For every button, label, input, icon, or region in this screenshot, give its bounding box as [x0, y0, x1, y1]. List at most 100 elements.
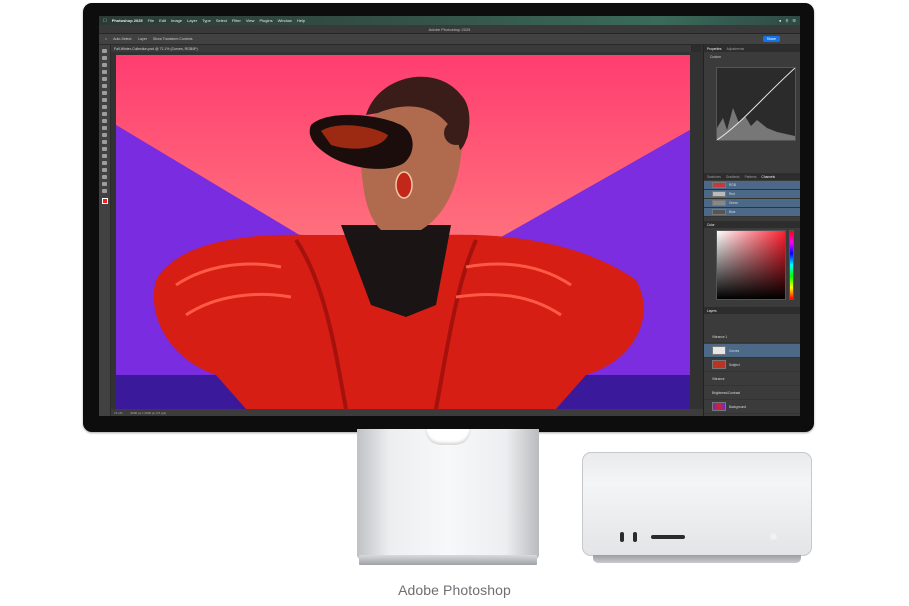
menu-image[interactable]: Image: [171, 18, 182, 23]
channel-row[interactable]: RGB: [704, 181, 800, 190]
tab-adjustments[interactable]: Adjustments: [727, 47, 745, 51]
channel-thumb: [712, 191, 726, 197]
channel-name: Red: [729, 192, 735, 196]
layer-row[interactable]: Brightness/Contrast: [704, 386, 800, 400]
mac-studio: [582, 452, 812, 556]
pen-tool-icon[interactable]: [102, 154, 107, 158]
layer-row[interactable]: Background: [704, 400, 800, 414]
curves-plot: [716, 67, 796, 141]
object-select-tool-icon[interactable]: [102, 70, 107, 74]
window-title: Adobe Photoshop 2025: [99, 25, 800, 34]
power-indicator-light: [771, 534, 776, 539]
crop-tool-icon[interactable]: [102, 77, 107, 81]
foreground-color-swatch[interactable]: [101, 198, 108, 204]
menu-plugins[interactable]: Plugins: [259, 18, 272, 23]
options-bar: ⌂ Auto-Select: Layer Show Transform Cont…: [99, 34, 800, 45]
properties-tabs: Properties Adjustments: [704, 45, 800, 52]
gradient-tool-icon[interactable]: [102, 133, 107, 137]
layers-tabs: Layers: [704, 307, 800, 314]
layer-row[interactable]: Vibrance: [704, 372, 800, 386]
layer-name: Curves: [729, 348, 740, 353]
tab-swatches[interactable]: Swatches: [707, 175, 721, 179]
path-select-tool-icon[interactable]: [102, 168, 107, 172]
curves-graph[interactable]: [716, 67, 796, 141]
history-brush-tool-icon[interactable]: [102, 119, 107, 123]
marquee-tool-icon[interactable]: [102, 56, 107, 60]
mac-studio-base: [593, 555, 801, 563]
channel-name: Green: [729, 201, 738, 205]
document-tab[interactable]: Fall-Winter-Collection.psd @ 71.1% (Curv…: [111, 45, 691, 52]
layer-name: Background: [729, 404, 747, 409]
menubar-app-name[interactable]: Photoshop 2025: [112, 18, 143, 23]
channel-name: Blue: [729, 210, 736, 214]
macos-menubar:  Photoshop 2025 File Edit Image Layer T…: [99, 16, 800, 25]
document-size: 6000 px x 4000 px (72 ppi): [130, 410, 167, 415]
brush-tool-icon[interactable]: [102, 105, 107, 109]
menu-edit[interactable]: Edit: [159, 18, 166, 23]
usb-c-port: [633, 532, 637, 542]
blur-tool-icon[interactable]: [102, 140, 107, 144]
menu-help[interactable]: Help: [297, 18, 305, 23]
hair-bun: [444, 121, 468, 145]
menu-window[interactable]: Window: [278, 18, 292, 23]
auto-select-dropdown[interactable]: Layer: [138, 37, 147, 41]
display-stand: [357, 429, 539, 559]
layer-row[interactable]: Vibrance 1: [704, 331, 800, 343]
photoshop-screen:  Photoshop 2025 File Edit Image Layer T…: [99, 16, 800, 416]
menu-view[interactable]: View: [246, 18, 255, 23]
tab-gradients[interactable]: Gradients: [726, 175, 740, 179]
menu-filter[interactable]: Filter: [232, 18, 241, 23]
move-tool-icon[interactable]: [102, 49, 107, 53]
type-tool-icon[interactable]: [102, 161, 107, 165]
menu-file[interactable]: File: [148, 18, 154, 23]
tab-color[interactable]: Color: [707, 223, 715, 227]
channel-name: RGB: [729, 183, 736, 187]
layer-name: Vibrance 1: [712, 334, 728, 339]
curves-preset[interactable]: Custom: [710, 55, 721, 59]
lasso-tool-icon[interactable]: [102, 63, 107, 67]
tab-properties[interactable]: Properties: [707, 47, 722, 51]
channel-row[interactable]: Blue: [704, 208, 800, 217]
layer-thumb: [712, 346, 726, 355]
channel-thumb: [712, 182, 726, 188]
layer-row[interactable]: Curves: [704, 344, 800, 358]
channel-thumb: [712, 209, 726, 215]
fashion-photo: [116, 76, 690, 409]
eyedropper-tool-icon[interactable]: [102, 91, 107, 95]
tab-layers[interactable]: Layers: [707, 309, 717, 313]
apple-icon[interactable]: : [103, 18, 107, 24]
menu-layer[interactable]: Layer: [187, 18, 197, 23]
menu-type[interactable]: Type: [202, 18, 211, 23]
zoom-level[interactable]: 71.1%: [114, 411, 123, 415]
layer-name: Vibrance: [712, 376, 725, 381]
share-button[interactable]: Share: [762, 36, 780, 42]
tab-channels[interactable]: Channels: [762, 175, 775, 179]
right-panels: Properties Adjustments Custom Swatches G…: [703, 45, 800, 416]
menu-select[interactable]: Select: [216, 18, 227, 23]
control-center-icon[interactable]: ☰: [792, 18, 796, 23]
document-canvas[interactable]: [116, 55, 690, 409]
dodge-tool-icon[interactable]: [102, 147, 107, 151]
tab-patterns[interactable]: Patterns: [745, 175, 757, 179]
layer-name: Subject: [729, 362, 740, 367]
healing-tool-icon[interactable]: [102, 98, 107, 102]
home-icon[interactable]: ⌂: [105, 37, 107, 41]
color-picker-field[interactable]: [716, 230, 786, 300]
zoom-tool-icon[interactable]: [102, 189, 107, 193]
channel-row[interactable]: Red: [704, 190, 800, 199]
stamp-tool-icon[interactable]: [102, 112, 107, 116]
layer-thumb: [712, 360, 726, 369]
wifi-icon[interactable]: ●: [779, 18, 781, 23]
shape-tool-icon[interactable]: [102, 175, 107, 179]
histogram: [717, 108, 795, 140]
transform-controls-checkbox[interactable]: Show Transform Controls: [153, 37, 193, 41]
auto-select-label: Auto-Select:: [113, 37, 133, 41]
hand-tool-icon[interactable]: [102, 182, 107, 186]
layer-row[interactable]: Subject: [704, 358, 800, 372]
search-icon[interactable]: ⚲: [785, 18, 788, 23]
frame-tool-icon[interactable]: [102, 84, 107, 88]
channel-row[interactable]: Green: [704, 199, 800, 208]
hue-slider[interactable]: [789, 230, 794, 300]
eraser-tool-icon[interactable]: [102, 126, 107, 130]
layer-name: Brightness/Contrast: [712, 390, 740, 395]
